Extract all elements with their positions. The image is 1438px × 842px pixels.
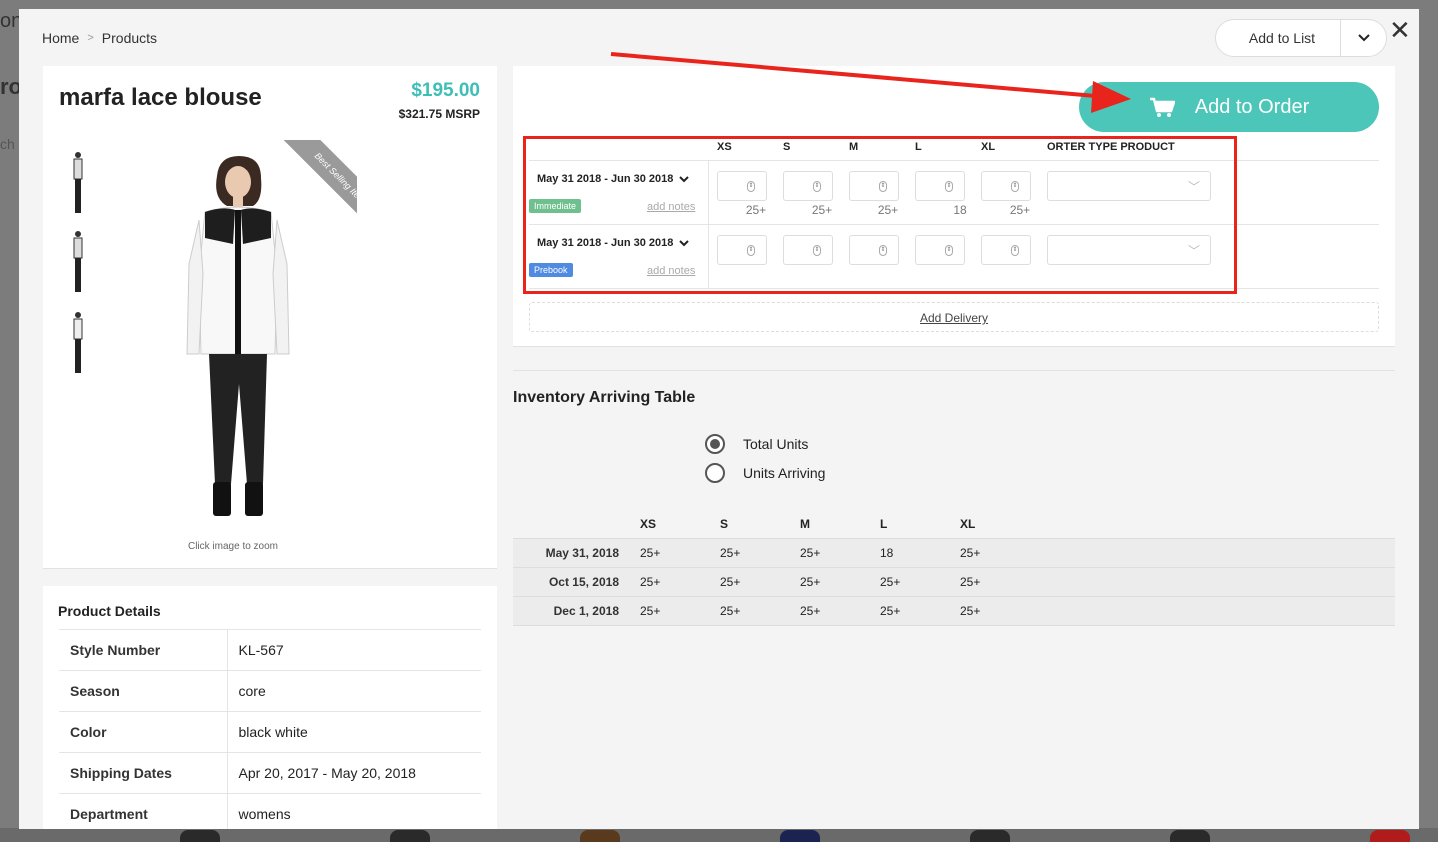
- inventory-value: 25+: [960, 546, 981, 560]
- divider: [513, 370, 1395, 371]
- radio-selected-icon[interactable]: [705, 434, 725, 454]
- inventory-value: 25+: [640, 546, 661, 560]
- table-row: Style Number KL-567: [59, 629, 481, 671]
- inventory-date: Oct 15, 2018: [548, 575, 619, 589]
- product-thumbnail[interactable]: [69, 150, 87, 216]
- detail-key: Shipping Dates: [59, 752, 228, 794]
- inventory-size-header: L: [880, 517, 888, 531]
- table-row: Oct 15, 2018 25+ 25+ 25+ 25+ 25+: [513, 567, 1395, 596]
- radio-total-units[interactable]: Total Units: [705, 434, 808, 454]
- radio-units-arriving[interactable]: Units Arriving: [705, 463, 825, 483]
- add-delivery-button[interactable]: Add Delivery: [529, 302, 1379, 332]
- inventory-value: 25+: [800, 546, 821, 560]
- inventory-value: 25+: [640, 575, 661, 589]
- inventory-size-header: S: [720, 517, 729, 531]
- radio-label: Units Arriving: [743, 465, 826, 481]
- background-product-thumb: [390, 830, 430, 842]
- product-details-card: Product Details Style Number KL-567 Seaso…: [43, 586, 497, 829]
- inventory-size-header: XL: [960, 517, 976, 531]
- detail-key: Style Number: [59, 629, 228, 671]
- table-row: May 31, 2018 25+ 25+ 25+ 18 25+: [513, 538, 1395, 567]
- annotation-highlight-box: [523, 136, 1237, 294]
- product-thumbnail[interactable]: [69, 310, 87, 376]
- inventory-size-header: M: [800, 517, 810, 531]
- inventory-date: Dec 1, 2018: [553, 604, 619, 618]
- divider: [513, 625, 1395, 626]
- product-details-table: Style Number KL-567 Season core Color black…: [59, 629, 481, 829]
- background-fragment: ch: [0, 136, 15, 152]
- product-thumbnail[interactable]: [69, 229, 87, 295]
- detail-value: black white: [227, 711, 481, 753]
- inventory-value: 25+: [720, 546, 741, 560]
- detail-key: Color: [59, 711, 228, 753]
- inventory-value: 25+: [880, 575, 901, 589]
- table-row: Shipping Dates Apr 20, 2017 - May 20, 201…: [59, 752, 481, 794]
- inventory-value: 25+: [800, 575, 821, 589]
- detail-key: Season: [59, 670, 228, 712]
- inventory-title: Inventory Arriving Table: [513, 389, 696, 406]
- background-product-thumb: [970, 830, 1010, 842]
- background-product-thumb: [780, 830, 820, 842]
- table-row: Color black white: [59, 711, 481, 753]
- radio-label: Total Units: [743, 436, 809, 452]
- best-seller-ribbon-label: Best Selling Item!: [282, 140, 357, 234]
- inventory-size-header: XS: [640, 517, 657, 531]
- inventory-value: 25+: [640, 604, 661, 618]
- inventory-value: 25+: [720, 604, 741, 618]
- inventory-date: May 31, 2018: [545, 546, 619, 560]
- detail-value: core: [227, 670, 481, 712]
- inventory-value: 25+: [960, 604, 981, 618]
- product-details-title: Product Details: [58, 603, 161, 619]
- annotation-arrow: [610, 52, 1131, 113]
- table-row: Season core: [59, 670, 481, 712]
- radio-unselected-icon[interactable]: [705, 463, 725, 483]
- detail-value: KL-567: [227, 629, 481, 671]
- inventory-value: 25+: [720, 575, 741, 589]
- detail-key: Department: [59, 793, 228, 829]
- detail-value: womens: [227, 793, 481, 829]
- background-product-thumb: [180, 830, 220, 842]
- inventory-value: 18: [880, 546, 894, 560]
- background-product-thumb: [1170, 830, 1210, 842]
- inventory-value: 25+: [960, 575, 981, 589]
- inventory-value: 25+: [880, 604, 901, 618]
- background-product-thumb: [580, 830, 620, 842]
- background-product-thumb: [1370, 830, 1410, 842]
- detail-value: Apr 20, 2017 - May 20, 2018: [227, 752, 481, 794]
- table-row: Department womens: [59, 793, 481, 829]
- zoom-hint: Click image to zoom: [187, 541, 279, 552]
- table-row: Dec 1, 2018 25+ 25+ 25+ 25+ 25+: [513, 596, 1395, 625]
- best-seller-ribbon: Best Selling Item!: [263, 140, 357, 234]
- product-modal: Home > Products Add to List ✕ marfa lace…: [19, 9, 1419, 829]
- inventory-value: 25+: [800, 604, 821, 618]
